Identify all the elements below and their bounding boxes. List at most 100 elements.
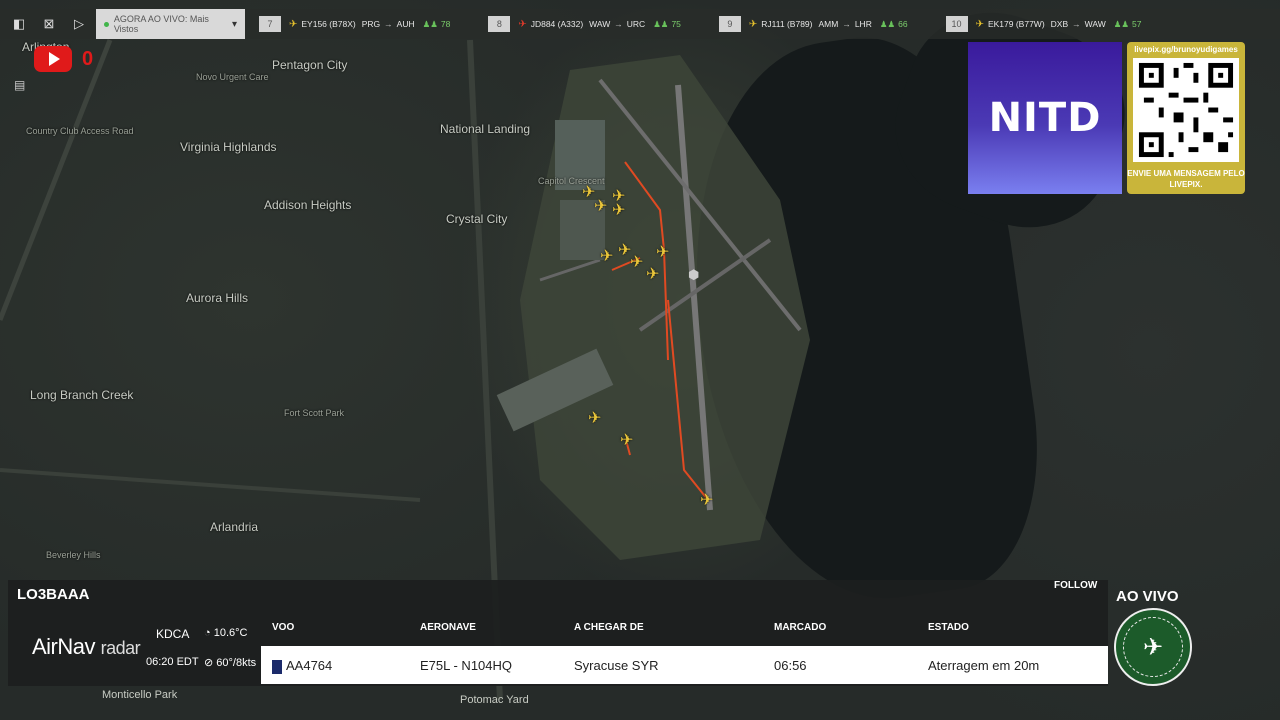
now-live-label: AGORA AO VIVO: Mais Vistos — [113, 14, 209, 34]
channel-badge-icon: ✈ — [1114, 608, 1192, 686]
livepix-url: livepix.gg/brunoyudigames — [1134, 45, 1238, 54]
map-label: Potomac Yard — [460, 694, 529, 706]
sidebar-toggle-icon[interactable]: ◧ — [8, 13, 30, 35]
flight-to: LHR — [854, 19, 872, 29]
map-label: Aurora Hills — [186, 291, 249, 305]
flight-number: AA4764 — [286, 658, 333, 673]
youtube-icon[interactable] — [34, 46, 72, 72]
flight-info-panel: LO3BAAA AirNav radar KDCA 06:20 EDT ◔ 10… — [8, 580, 1108, 686]
viewer-count: 66 — [898, 19, 908, 29]
livepix-message: ENVIE UMA MENSAGEM PELO LIVEPIX. — [1127, 169, 1245, 189]
flight-rank: 7 — [259, 16, 281, 32]
flight-from: WAW — [589, 19, 611, 29]
wind-value: 60°/8kts — [216, 657, 257, 669]
flight-from: DXB — [1050, 19, 1069, 29]
live-dot-icon — [104, 21, 109, 27]
status-cell: Aterragem em 20m — [928, 658, 1040, 673]
col-header-from: A CHEGAR DE — [574, 622, 644, 633]
scheduled-cell: 06:56 — [774, 658, 807, 673]
map-label: Monticello Park — [102, 689, 178, 701]
aircraft-icon[interactable]: ✈ — [620, 430, 633, 450]
top-bar: ◧ ⊠ ▷ AGORA AO VIVO: Mais Vistos ▾ 7 ✈ E… — [0, 9, 1280, 39]
aircraft-icon[interactable]: ✈ — [656, 242, 669, 262]
col-header-flight: VOO — [272, 622, 295, 633]
flight-row[interactable]: AA4764 E75L - N104HQ Syracuse SYR 06:56 … — [261, 646, 1108, 684]
airport-code: KDCA — [156, 627, 190, 641]
viewers-icon: ♟♟ — [879, 18, 896, 29]
livepix-box: livepix.gg/brunoyudigames ENVIE UMA MENS… — [1127, 42, 1245, 194]
viewers-icon: ♟♟ — [1113, 18, 1129, 29]
origin-cell: Syracuse SYR — [574, 658, 659, 673]
flight-to: URC — [626, 19, 646, 29]
map-label: Virginia Highlands — [180, 140, 277, 154]
layers-icon[interactable]: ▤ — [14, 78, 30, 94]
aircraft-icon[interactable]: ✈ — [588, 408, 601, 428]
map-label: Long Branch Creek — [30, 388, 134, 402]
local-time: 06:20 EDT — [146, 656, 199, 668]
map-label: National Landing — [440, 122, 531, 136]
flight-rank: 8 — [488, 16, 511, 32]
airline-icon: ✈ — [975, 18, 984, 30]
selected-aircraft-icon[interactable]: ✈ — [700, 490, 713, 510]
flight-cell: AA4764 — [272, 658, 332, 674]
airport-pin-icon[interactable]: ⬢ — [688, 267, 699, 283]
flight-rank: 10 — [945, 16, 968, 32]
viewer-count: 75 — [671, 19, 681, 29]
top-flight-item[interactable]: 8 ✈ JD884 (A332) WAW → URC ♟♟ 75 — [488, 16, 681, 32]
airline-icon: ✈ — [289, 18, 298, 30]
col-header-status: ESTADO — [928, 622, 969, 633]
arrow-icon: → — [614, 19, 623, 29]
map-label: Country Club Access Road — [26, 126, 134, 136]
viewers-icon: ♟♟ — [653, 18, 669, 29]
col-header-scheduled: MARCADO — [774, 622, 827, 633]
viewer-count: 57 — [1131, 19, 1142, 29]
youtube-count: 0 — [82, 48, 94, 70]
map-label: Novo Urgent Care — [196, 72, 269, 82]
viewers-icon: ♟♟ — [422, 18, 438, 29]
flight-rank: 9 — [718, 16, 741, 32]
qr-code-icon — [1133, 58, 1239, 162]
airline-icon: ✈ — [748, 18, 758, 30]
wind-icon: ⊘ — [204, 657, 214, 669]
flight-from: AMM — [818, 19, 839, 29]
aircraft-icon[interactable]: ✈ — [612, 200, 625, 220]
flight-from: PRG — [361, 19, 381, 29]
airline-icon: ✈ — [518, 18, 527, 30]
chevron-down-icon: ▾ — [231, 18, 237, 30]
arrow-icon: → — [842, 19, 851, 29]
map-label: Arlandria — [210, 520, 259, 534]
map-label: Fort Scott Park — [284, 408, 345, 418]
map-label: Beverley Hills — [46, 550, 101, 560]
flight-code: JD884 (A332) — [530, 19, 584, 29]
airplane-emblem-icon: ✈ — [1123, 617, 1183, 677]
aircraft-icon[interactable]: ✈ — [600, 246, 613, 266]
col-header-aircraft: AERONAVE — [420, 622, 476, 633]
aircraft-icon[interactable]: ✈ — [630, 252, 643, 272]
sponsor-banner: NITD — [968, 42, 1122, 194]
flight-code: EK179 (B77W) — [987, 19, 1045, 29]
temperature-value: 10.6°C — [213, 627, 248, 639]
callsign-label: LO3BAAA — [17, 586, 90, 603]
top-flight-item[interactable]: 10 ✈ EK179 (B77W) DXB → WAW ♟♟ 57 — [945, 16, 1142, 32]
sponsor-logo: NITD — [988, 95, 1102, 141]
thermometer-icon: ◔ — [204, 627, 211, 639]
temperature: ◔ 10.6°C — [204, 627, 247, 639]
live-label: AO VIVO — [1116, 588, 1179, 605]
wind: ⊘ 60°/8kts — [204, 656, 256, 669]
flight-to: WAW — [1084, 19, 1106, 29]
next-icon[interactable]: ▷ — [68, 13, 90, 35]
brand-main: AirNav — [32, 634, 96, 659]
brand-sub: radar — [100, 638, 141, 658]
now-live-dropdown[interactable]: AGORA AO VIVO: Mais Vistos ▾ — [96, 9, 245, 39]
airline-logo-icon — [272, 659, 282, 674]
follow-button[interactable]: FOLLOW — [1054, 580, 1097, 591]
fullscreen-icon[interactable]: ⊠ — [38, 13, 60, 35]
aircraft-icon[interactable]: ✈ — [646, 264, 659, 284]
airnav-logo: AirNav radar — [32, 634, 141, 660]
map-label: Addison Heights — [264, 198, 352, 212]
aircraft-icon[interactable]: ✈ — [594, 196, 607, 216]
flight-code: EY156 (B78X) — [301, 19, 356, 29]
arrow-icon: → — [1072, 19, 1081, 29]
top-flight-item[interactable]: 7 ✈ EY156 (B78X) PRG → AUH ♟♟ 78 — [259, 16, 450, 32]
top-flight-item[interactable]: 9 ✈ RJ111 (B789) AMM → LHR ♟♟ 66 — [718, 16, 908, 32]
